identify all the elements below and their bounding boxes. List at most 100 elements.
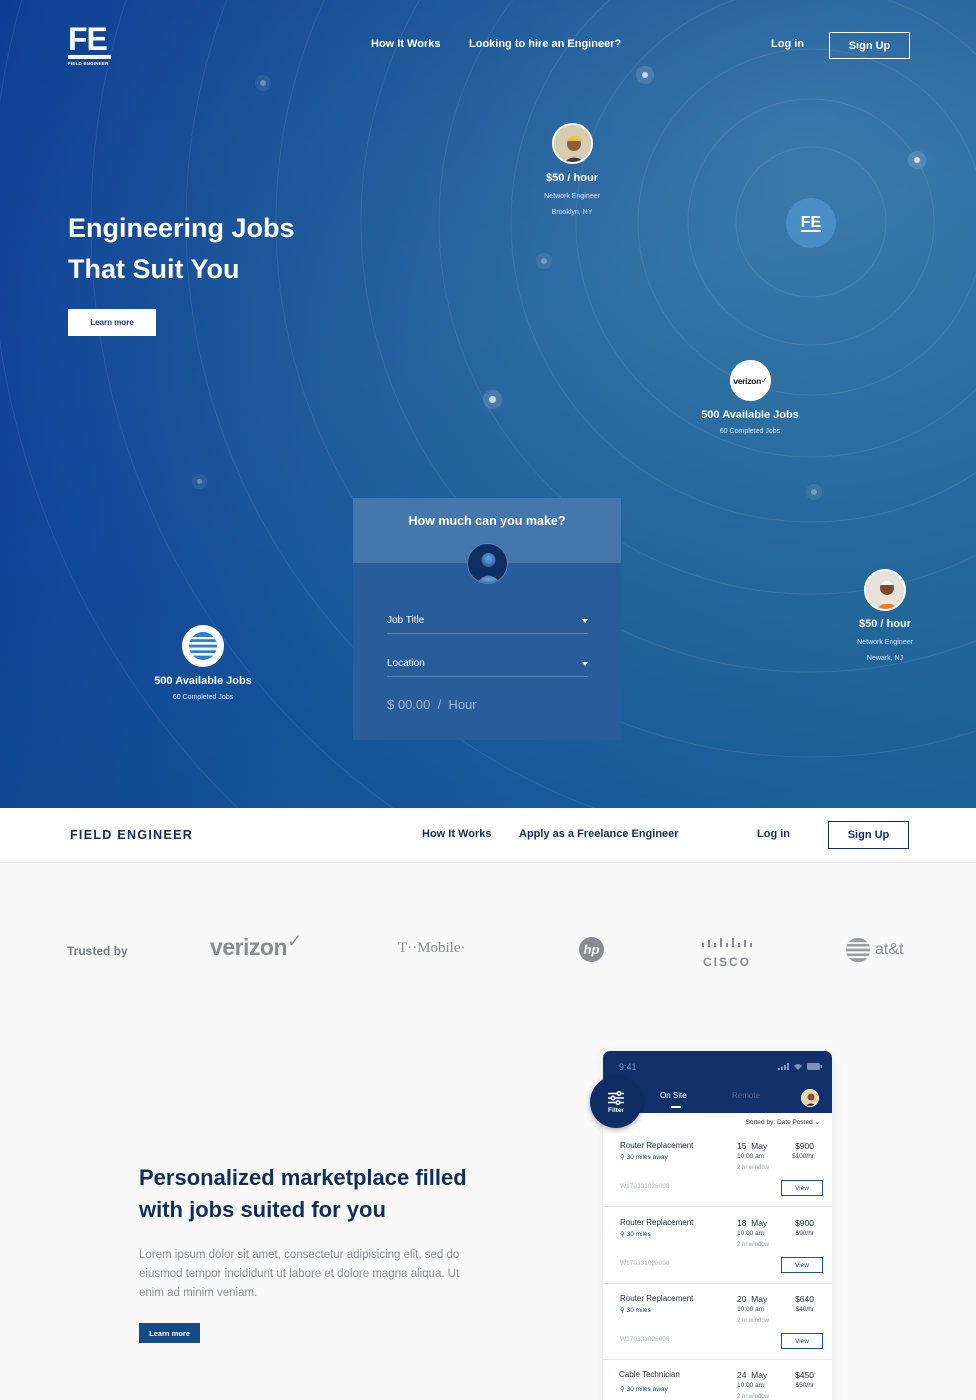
- status-time: 9:41: [619, 1062, 637, 1072]
- rate: $50 / hour: [546, 172, 598, 184]
- nav-login[interactable]: Log in: [757, 828, 790, 840]
- tab-on-site[interactable]: On Site: [660, 1091, 687, 1100]
- nav-how-it-works[interactable]: How It Works: [422, 828, 491, 840]
- check-icon: ✓: [287, 931, 303, 951]
- tmobile-logo: T··Mobile·: [398, 940, 466, 956]
- view-button[interactable]: View: [781, 1257, 823, 1273]
- hero-section: FE FIELD ENGINEER How It Works Looking t…: [0, 0, 976, 808]
- job-distance-text: 30 miles: [626, 1307, 651, 1314]
- sliders-icon: [608, 1090, 624, 1105]
- signup-button[interactable]: Sign Up: [828, 821, 909, 849]
- job-distance: ⚲ 30 miles away: [620, 1153, 668, 1161]
- role: Network Engineer: [857, 639, 913, 646]
- company-node-att: 500 Available Jobs 60 Completed Jobs: [143, 675, 263, 706]
- engineer-node-brooklyn: $50 / hour Network Engineer Brooklyn, NY: [522, 172, 622, 221]
- signup-button[interactable]: Sign Up: [829, 32, 910, 59]
- learn-more-button[interactable]: Learn more: [68, 309, 156, 336]
- verizon-logo-icon: verizon: [733, 375, 761, 386]
- view-button[interactable]: View: [781, 1180, 823, 1196]
- verizon-wordmark: verizon: [210, 934, 288, 960]
- silhouette-icon: [476, 553, 501, 583]
- company-node-verizon: 500 Available Jobs 60 Completed Jobs: [690, 409, 810, 440]
- chevron-down-icon: ⌄: [814, 1119, 820, 1126]
- sort-label: Sorted by: Date Posted: [745, 1119, 813, 1126]
- available-jobs: 500 Available Jobs: [154, 675, 252, 687]
- filter-button[interactable]: Filter: [590, 1076, 642, 1128]
- person-icon: [802, 1090, 818, 1106]
- job-time: 10:00 am: [737, 1306, 765, 1313]
- hero-title-line2: That Suit You: [68, 254, 240, 284]
- orbit-dot: [197, 479, 202, 484]
- verizon-avatar[interactable]: verizon ✓: [730, 360, 771, 401]
- job-date: 15 May: [737, 1141, 768, 1151]
- view-button[interactable]: View: [781, 1333, 823, 1349]
- job-card[interactable]: Router Replacement ⚲ 30 miles 20 May 10:…: [603, 1284, 832, 1360]
- job-window: 2 hr window: [737, 1318, 770, 1324]
- brand-wordmark[interactable]: FIELD ENGINEER: [70, 828, 193, 842]
- job-title: Router Replacement: [620, 1218, 694, 1227]
- completed-jobs: 60 Completed Jobs: [719, 428, 781, 435]
- job-rate: $50/hr: [795, 1382, 814, 1389]
- location-pin-icon: ⚲: [620, 1386, 625, 1393]
- marketplace-description: Lorem ipsum dolor sit amet, consectetur …: [139, 1249, 460, 1299]
- sort-dropdown[interactable]: Sorted by: Date Posted ⌄: [746, 1118, 820, 1126]
- earnings-calculator: How much can you make? Job Title Locatio…: [353, 498, 621, 740]
- att-globe-icon: [189, 632, 217, 660]
- fe-logo[interactable]: FE FIELD ENGINEER: [68, 23, 112, 70]
- filter-label: Filter: [608, 1106, 624, 1114]
- nav-hire-engineer[interactable]: Looking to hire an Engineer?: [469, 38, 621, 50]
- learn-more-button[interactable]: Learn more: [139, 1323, 200, 1343]
- marketplace-title: Personalized marketplace filled with job…: [139, 1165, 467, 1222]
- cisco-wordmark: CISCO: [702, 955, 751, 969]
- engineer-avatar[interactable]: [552, 123, 593, 164]
- job-card[interactable]: Router Replacement ⚲ 30 miles 18 May 10:…: [603, 1208, 832, 1284]
- job-time: 10:00 am: [737, 1153, 765, 1160]
- job-card[interactable]: Router Replacement ⚲ 30 miles away 15 Ma…: [603, 1131, 832, 1207]
- role-location: Network Engineer Brooklyn, NY: [522, 189, 622, 221]
- logo-subtitle: FIELD ENGINEER: [68, 61, 109, 66]
- role-location: Network Engineer Newark, NJ: [835, 635, 935, 667]
- rate: $50 / hour: [859, 618, 911, 630]
- job-distance-text: 30 miles away: [626, 1154, 668, 1161]
- location-select[interactable]: Location: [387, 651, 588, 677]
- engineer-node-newark: $50 / hour Network Engineer Newark, NJ: [835, 618, 935, 667]
- fe-badge-text: FE: [800, 213, 822, 232]
- job-title-select[interactable]: Job Title: [387, 608, 588, 634]
- job-title: Router Replacement: [620, 1141, 694, 1150]
- role: Network Engineer: [544, 193, 600, 200]
- nav-login[interactable]: Log in: [771, 38, 804, 50]
- job-price: $640: [795, 1294, 814, 1304]
- job-distance: ⚲ 30 miles: [620, 1306, 651, 1314]
- fe-center-badge: FE: [786, 198, 836, 248]
- battery-icon: [807, 1063, 822, 1070]
- job-window: 2 hr window: [737, 1394, 770, 1400]
- job-title-label: Job Title: [387, 615, 425, 626]
- engineer-avatar[interactable]: [864, 569, 906, 611]
- tab-remote[interactable]: Remote: [732, 1091, 760, 1100]
- wifi-icon: [794, 1064, 802, 1070]
- job-title: Cable Technician: [619, 1370, 680, 1379]
- orbit-dot: [260, 80, 266, 86]
- cisco-logo: CISCO: [701, 937, 753, 969]
- job-id: W170331028098: [620, 1183, 670, 1190]
- job-rate: $100/hr: [791, 1153, 814, 1160]
- orbit-dot: [811, 489, 817, 495]
- job-time: 10:00 am: [737, 1230, 765, 1237]
- avatar[interactable]: [801, 1089, 819, 1107]
- job-window: 2 hr window: [737, 1242, 770, 1248]
- trusted-by-label: Trusted by: [67, 944, 128, 958]
- hourly-rate-display: $ 00.00 / Hour: [387, 697, 477, 712]
- job-date: 18 May: [737, 1218, 768, 1228]
- location-pin-icon: ⚲: [620, 1307, 625, 1314]
- att-avatar[interactable]: [182, 625, 224, 667]
- nav-how-it-works[interactable]: How It Works: [371, 38, 440, 50]
- job-rate: $40/hr: [795, 1306, 814, 1313]
- job-distance-text: 30 miles away: [626, 1386, 668, 1393]
- job-card[interactable]: Cable Technician ⚲ 30 miles away 24 May …: [603, 1360, 832, 1400]
- signal-icon: [778, 1063, 789, 1070]
- chevron-down-icon: [582, 618, 588, 623]
- nav-apply-freelance[interactable]: Apply as a Freelance Engineer: [519, 828, 679, 840]
- chevron-down-icon: [582, 661, 588, 666]
- job-distance-text: 30 miles: [626, 1231, 651, 1238]
- job-date: 20 May: [737, 1294, 768, 1304]
